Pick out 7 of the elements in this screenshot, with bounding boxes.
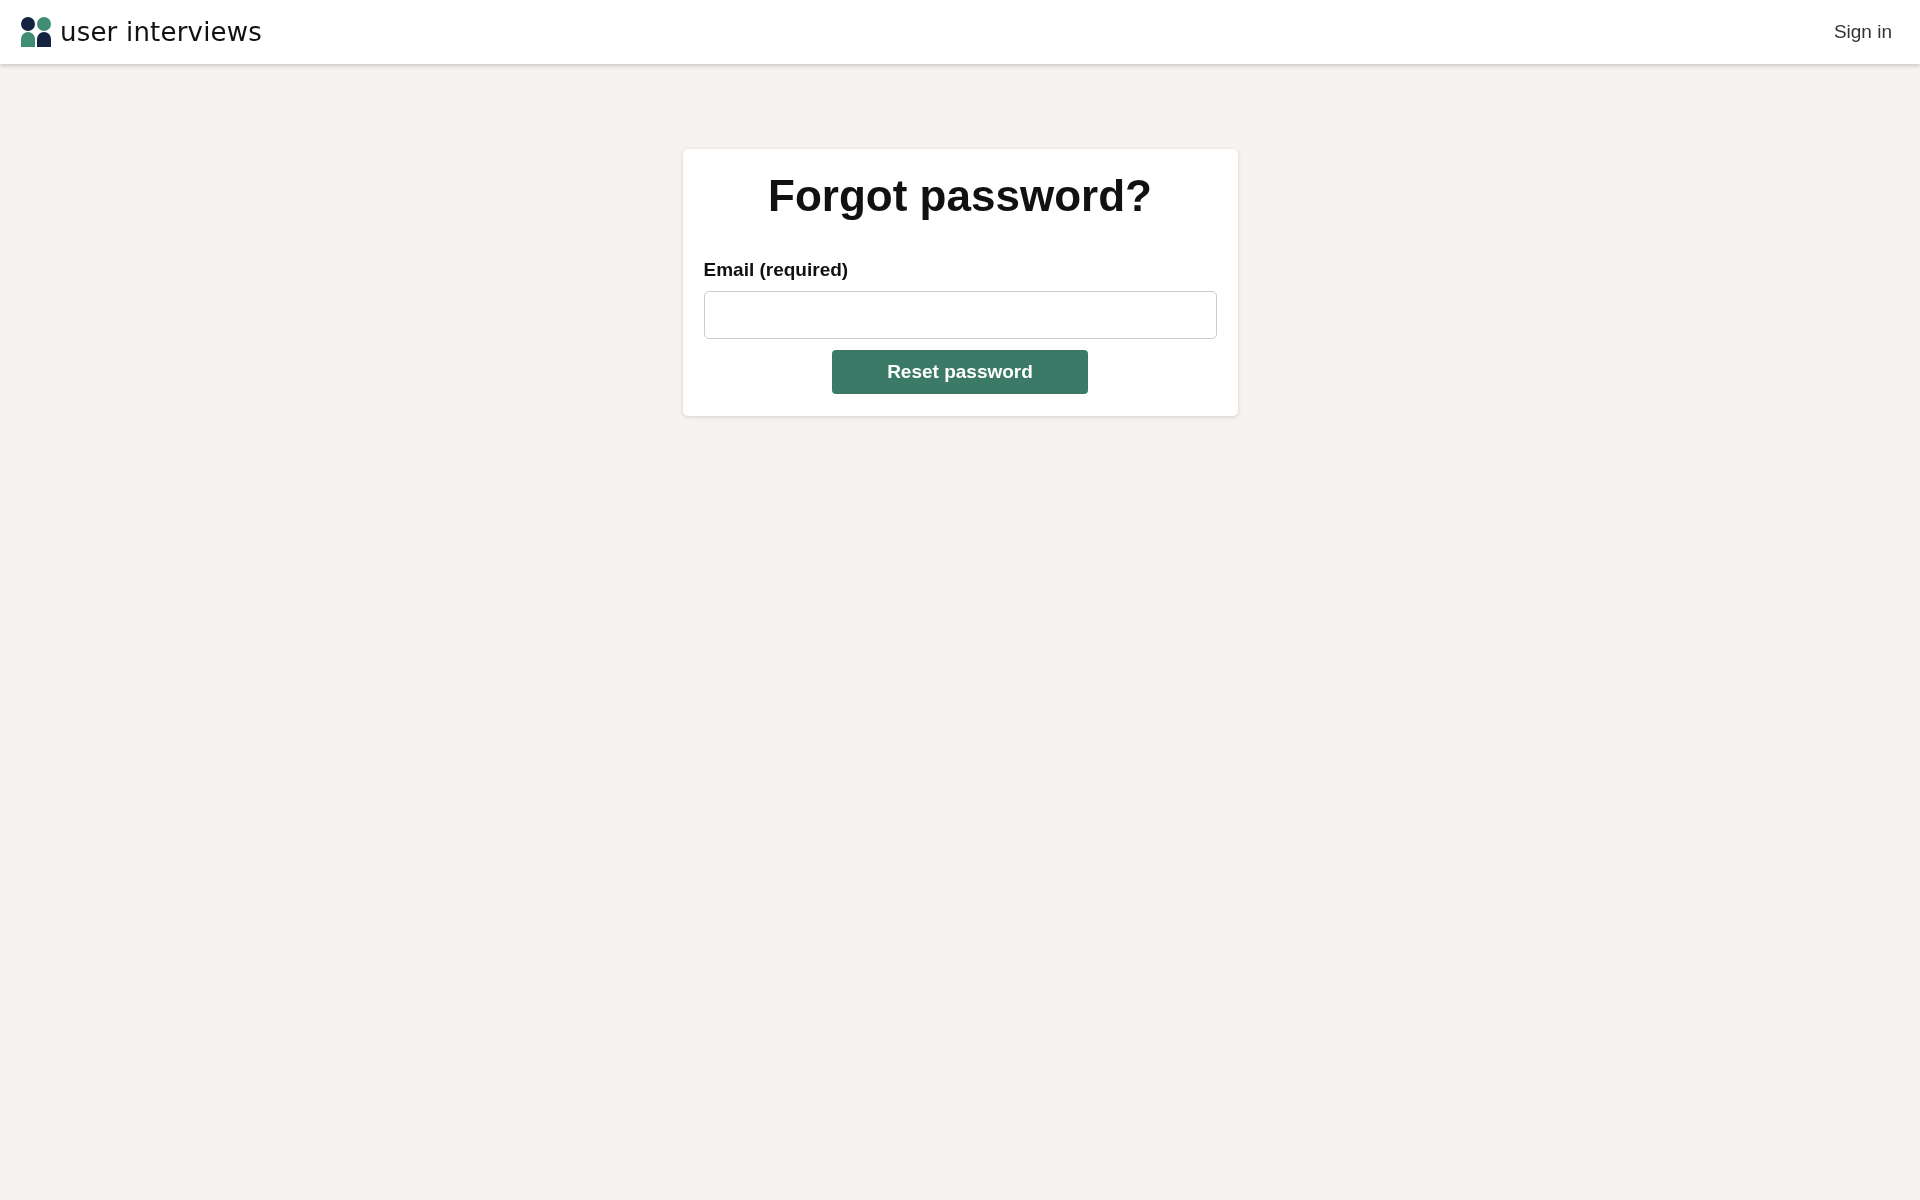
reset-password-button[interactable]: Reset password xyxy=(832,350,1088,394)
brand-name: user interviews xyxy=(60,17,262,47)
logo-icon xyxy=(21,17,51,47)
email-label: Email (required) xyxy=(703,259,850,281)
email-field[interactable] xyxy=(703,291,1217,339)
page-title: Forgot password? xyxy=(767,171,1153,221)
sign-in-link[interactable]: Sign in xyxy=(1833,21,1892,43)
